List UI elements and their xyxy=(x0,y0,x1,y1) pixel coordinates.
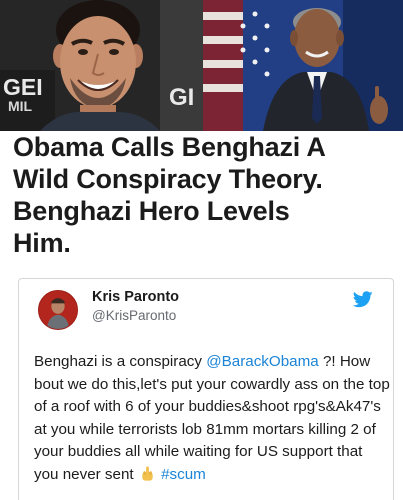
backdrop-logo-subtext: MIL xyxy=(8,98,33,114)
photo-kris-paronto: GEI MIL GI xyxy=(0,0,203,131)
photo-barack-obama-image xyxy=(203,0,403,131)
backdrop-logo-text-2: GI xyxy=(169,84,195,111)
tweet-author-handle[interactable]: @KrisParonto xyxy=(92,308,176,323)
tweet-text-main: ?! How bout we do this,let's put your co… xyxy=(34,353,390,483)
headline: Obama Calls Benghazi A Wild Conspiracy T… xyxy=(13,132,326,258)
mention-link[interactable]: @BarackObama xyxy=(206,353,319,370)
tweet-card: Kris Paronto @KrisParonto Benghazi is a … xyxy=(18,278,394,500)
avatar[interactable] xyxy=(38,290,78,330)
avatar-image xyxy=(39,291,77,329)
photo-barack-obama xyxy=(203,0,403,131)
hashtag-link[interactable]: #scum xyxy=(161,466,206,483)
twitter-bird-icon[interactable] xyxy=(353,291,373,308)
tweet-text-intro: Benghazi is a conspiracy xyxy=(34,353,207,370)
tweet-author-name[interactable]: Kris Paronto xyxy=(92,289,179,305)
tweet-text: Benghazi is a conspiracy @BarackObama ?!… xyxy=(34,351,390,486)
middle-finger-emoji-icon xyxy=(142,466,153,481)
header-photos: GEI MIL GI xyxy=(0,0,403,131)
backdrop-logo-text: GEI xyxy=(3,74,43,100)
